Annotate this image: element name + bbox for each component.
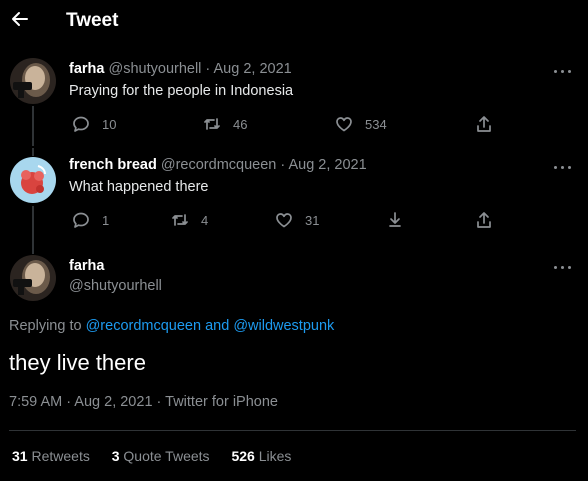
like-count: 31 [305, 212, 320, 228]
quote-tweets-stat[interactable]: 3 Quote Tweets [112, 448, 210, 464]
divider [9, 430, 576, 431]
thread-line [32, 148, 34, 156]
reply-button[interactable]: 1 [72, 211, 109, 229]
likes-count: 526 [231, 448, 255, 464]
user-handle[interactable]: @shutyourhell [109, 61, 202, 77]
share-button[interactable] [475, 115, 493, 133]
replying-to: Replying to @recordmcqueen and @wildwest… [9, 318, 334, 334]
retweet-button[interactable]: 46 [203, 115, 247, 133]
replying-and[interactable]: and [205, 318, 229, 334]
retweet-count: 4 [201, 212, 209, 228]
retweet-icon [172, 214, 188, 226]
like-button[interactable]: 534 [335, 115, 387, 133]
engagement-stats: 31 Retweets 3 Quote Tweets 526 Likes [12, 448, 309, 464]
retweets-label: Retweets [31, 448, 90, 464]
like-count: 534 [365, 116, 387, 132]
mention-link-2[interactable]: @wildwestpunk [233, 318, 334, 334]
more-button[interactable] [554, 64, 574, 78]
quote-count: 3 [111, 448, 120, 464]
retweets-stat[interactable]: 31 Retweets [12, 448, 90, 464]
page-title: Tweet [66, 10, 119, 31]
quote-label: Quote Tweets [123, 448, 210, 464]
mention-link-1[interactable]: @recordmcqueen [86, 318, 201, 334]
tweet-text: Praying for the people in Indonesia [69, 83, 294, 99]
tweet-date[interactable]: Aug 2, 2021 [74, 394, 152, 410]
thread-tweet-1[interactable]: farha @shutyourhell · Aug 2, 2021 Prayin… [0, 52, 588, 146]
reply-icon [73, 212, 89, 228]
like-icon [336, 117, 352, 132]
like-button[interactable]: 31 [275, 211, 319, 229]
more-button[interactable] [554, 160, 574, 174]
tweet-time[interactable]: 7:59 AM [9, 394, 62, 410]
thread-line [32, 246, 34, 254]
bookmark-icon [389, 212, 401, 227]
display-name[interactable]: farha [69, 258, 104, 274]
back-button[interactable] [9, 8, 31, 30]
user-handle[interactable]: @recordmcqueen [161, 157, 276, 173]
reply-count: 10 [102, 116, 117, 132]
thread-line [32, 206, 34, 248]
avatar[interactable] [10, 157, 56, 203]
tweet-date[interactable]: Aug 2, 2021 [288, 157, 366, 173]
tweet-header: french bread @recordmcqueen · Aug 2, 202… [69, 157, 367, 173]
replying-prefix: Replying to [9, 318, 82, 334]
user-handle[interactable]: @shutyourhell [69, 278, 162, 294]
likes-stat[interactable]: 526 Likes [231, 448, 291, 464]
tweet-meta: 7:59 AM · Aug 2, 2021 · Twitter for iPho… [9, 394, 278, 410]
share-icon [477, 116, 491, 132]
like-icon [276, 213, 292, 228]
thread-line [32, 106, 34, 146]
back-arrow-icon [12, 12, 28, 26]
top-bar: Tweet [0, 0, 588, 42]
share-button[interactable] [475, 211, 493, 229]
tweet-source[interactable]: Twitter for iPhone [165, 394, 278, 410]
reply-icon [73, 116, 89, 132]
retweet-button[interactable]: 4 [171, 211, 208, 229]
avatar[interactable] [10, 255, 56, 301]
more-button[interactable] [554, 260, 574, 274]
tweet-date[interactable]: Aug 2, 2021 [214, 61, 292, 77]
main-tweet-text: they live there [9, 350, 146, 375]
thread-tweet-2[interactable]: french bread @recordmcqueen · Aug 2, 202… [0, 148, 588, 248]
reply-button[interactable]: 10 [72, 115, 116, 133]
tweet-text: What happened there [69, 179, 209, 195]
bookmark-button[interactable] [386, 211, 404, 229]
display-name[interactable]: french bread [69, 157, 157, 173]
retweet-icon [204, 118, 220, 130]
avatar[interactable] [10, 58, 56, 104]
retweets-count: 31 [12, 448, 28, 464]
likes-label: Likes [258, 448, 292, 464]
retweet-count: 46 [233, 116, 248, 132]
share-icon [477, 212, 491, 228]
reply-count: 1 [102, 212, 110, 228]
display-name[interactable]: farha [69, 61, 104, 77]
tweet-header: farha @shutyourhell · Aug 2, 2021 [69, 61, 292, 77]
